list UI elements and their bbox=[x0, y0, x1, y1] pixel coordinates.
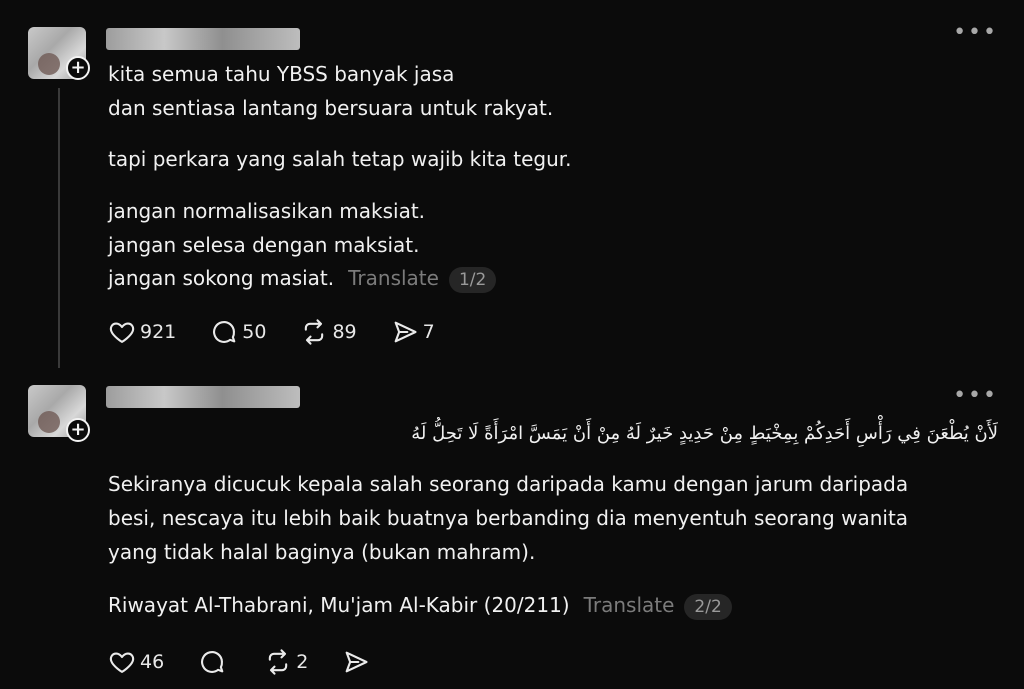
page-indicator: 1/2 bbox=[448, 267, 497, 293]
post-text-line: jangan selesa dengan maksiat. bbox=[108, 233, 420, 257]
post-text-line: tapi perkara yang salah tetap wajib kita… bbox=[108, 147, 572, 171]
username-blurred[interactable] bbox=[106, 386, 300, 408]
plus-icon[interactable]: + bbox=[66, 418, 90, 442]
share-button[interactable] bbox=[342, 648, 374, 676]
repost-count: 2 bbox=[296, 651, 309, 673]
post-1: + ••• kita semua tahu YBSS banyak jasa d… bbox=[0, 0, 1024, 375]
post-text-line: kita semua tahu YBSS banyak jasa bbox=[108, 62, 455, 86]
arabic-text: لَأَنْ يُطْعَنَ فِي رَأْسِ أَحَدِكُمْ بِ… bbox=[411, 423, 998, 444]
reply-button[interactable] bbox=[198, 648, 230, 676]
post-2: + ••• لَأَنْ يُطْعَنَ فِي رَأْسِ أَحَدِك… bbox=[0, 375, 1024, 689]
post-actions: 46 2 bbox=[108, 648, 408, 676]
more-icon[interactable]: ••• bbox=[953, 22, 998, 44]
more-icon[interactable]: ••• bbox=[953, 385, 998, 407]
plus-icon[interactable]: + bbox=[66, 56, 90, 80]
repost-count: 89 bbox=[332, 321, 357, 343]
post-text-line: jangan normalisasikan maksiat. bbox=[108, 199, 426, 223]
translate-link[interactable]: Translate bbox=[348, 266, 439, 290]
like-count: 46 bbox=[140, 651, 165, 673]
post-text-line: jangan sokong masiat. Translate 1/2 bbox=[108, 266, 497, 293]
share-count: 7 bbox=[422, 321, 435, 343]
repost-icon bbox=[305, 319, 324, 345]
post-text-last: jangan sokong masiat. bbox=[108, 266, 335, 290]
post-text-line: Riwayat Al-Thabrani, Mu'jam Al-Kabir (20… bbox=[108, 593, 732, 620]
repost-button[interactable]: 2 bbox=[264, 648, 308, 676]
translate-link[interactable]: Translate bbox=[584, 593, 675, 617]
username-blurred[interactable] bbox=[106, 28, 300, 50]
share-icon bbox=[345, 651, 368, 673]
post-text-line: dan sentiasa lantang bersuara untuk raky… bbox=[108, 96, 554, 120]
reply-button[interactable]: 50 bbox=[210, 318, 266, 346]
post-actions: 921 50 89 7 bbox=[108, 318, 469, 346]
like-button[interactable]: 46 bbox=[108, 648, 164, 676]
post-text-line: yang tidak halal baginya (bukan mahram). bbox=[108, 540, 536, 564]
share-button[interactable]: 7 bbox=[391, 318, 435, 346]
comment-icon bbox=[201, 651, 224, 673]
thread-line bbox=[58, 88, 60, 368]
repost-icon bbox=[268, 649, 288, 675]
heart-icon bbox=[109, 322, 135, 343]
post-text-line: besi, nescaya itu lebih baik buatnya ber… bbox=[108, 506, 909, 530]
reply-count: 50 bbox=[242, 321, 267, 343]
share-icon bbox=[394, 321, 417, 343]
page-indicator: 2/2 bbox=[684, 594, 732, 620]
heart-icon bbox=[109, 652, 135, 673]
repost-button[interactable]: 89 bbox=[300, 318, 357, 346]
like-button[interactable]: 921 bbox=[108, 318, 176, 346]
like-count: 921 bbox=[140, 321, 177, 343]
comment-icon bbox=[213, 321, 236, 343]
source-text: Riwayat Al-Thabrani, Mu'jam Al-Kabir (20… bbox=[108, 593, 570, 617]
post-text-line: Sekiranya dicucuk kepala salah seorang d… bbox=[108, 472, 909, 496]
